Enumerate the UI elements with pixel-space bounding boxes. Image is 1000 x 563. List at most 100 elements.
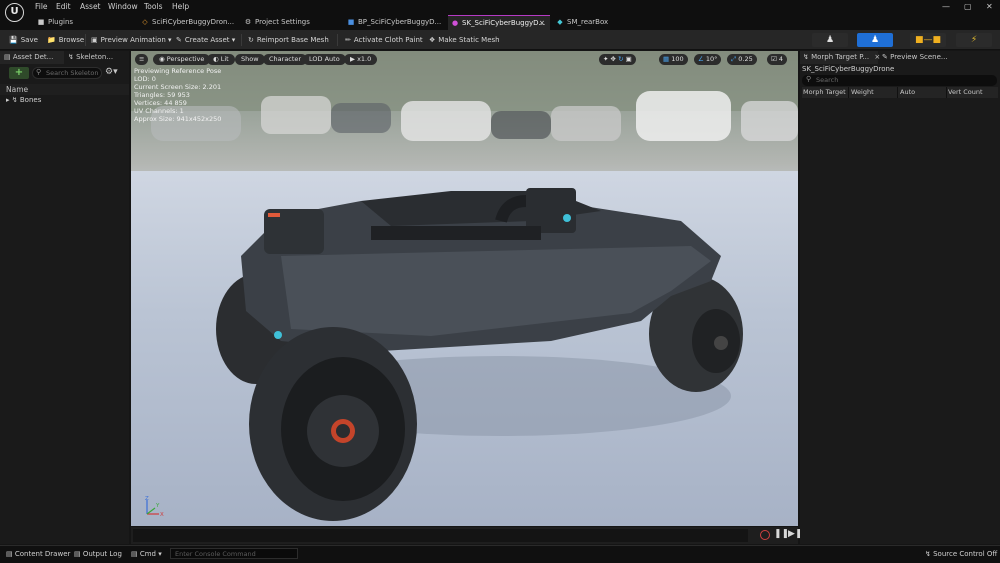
tab-close-icon[interactable]: ×	[539, 16, 545, 30]
grid-snap-button[interactable]: ▦ 100	[659, 54, 688, 65]
save-icon: 💾	[9, 36, 18, 44]
tab-sk-scifi-buggy[interactable]: ● SK_SciFiCyberBuggyD... ×	[448, 15, 550, 30]
select-icon: ✦	[603, 55, 609, 63]
menu-window[interactable]: Window	[108, 2, 138, 11]
menu-tools[interactable]: Tools	[144, 2, 162, 11]
skeleton-search-input[interactable]: ⚲ Search Skeleton	[32, 67, 102, 79]
reimport-base-mesh-button[interactable]: ↻ Reimport Base Mesh	[248, 30, 329, 50]
physics-mode-button[interactable]: ⚡	[956, 33, 992, 47]
tree-item-bones[interactable]: ▸ ↯ Bones	[6, 96, 41, 104]
playback-speed-button[interactable]: ▶ x1.0	[344, 54, 378, 65]
stat-screen-size: Current Screen Size: 2.201	[134, 83, 222, 91]
chevron-down-icon: ▾	[158, 550, 162, 558]
skeletal-mesh-icon: ●	[451, 19, 459, 27]
folder-icon: 📁	[47, 36, 56, 44]
menu-file[interactable]: File	[35, 2, 48, 11]
scale-snap-button[interactable]: ⤢ 0.25	[727, 54, 757, 65]
gear-icon[interactable]: ⚙▾	[105, 67, 118, 77]
chevron-down-icon: ▾	[168, 36, 172, 44]
make-static-mesh-button[interactable]: ❖ Make Static Mesh	[429, 30, 500, 50]
col-auto[interactable]: Auto	[900, 87, 947, 98]
stat-lod: LOD: 0	[134, 75, 156, 83]
pause-icon[interactable]: ❚❚	[774, 529, 789, 539]
animation-mode-button[interactable]: ■—■	[910, 33, 946, 47]
morph-search-input[interactable]: ⚲ Search	[802, 75, 997, 86]
tab-scifi-buggy-drone[interactable]: ◇ SciFiCyberBuggyDron...	[138, 15, 238, 30]
source-control-button[interactable]: ↯ Source Control Off	[925, 545, 997, 563]
reimport-icon: ↻	[248, 36, 254, 44]
tab-plugins[interactable]: ■ Plugins	[34, 15, 134, 30]
transform-tools[interactable]: ✦ ✥ ↻ ▣	[599, 54, 636, 65]
character-button[interactable]: Character	[263, 54, 308, 65]
source-control-icon: ↯	[925, 550, 934, 558]
static-mesh-icon: ◆	[557, 18, 563, 26]
lit-button[interactable]: ◐ Lit	[207, 54, 235, 65]
viewport[interactable]: ≡ ◉ Perspective ◐ Lit Show Character LOD…	[131, 51, 798, 526]
axis-x-label: X	[160, 512, 164, 518]
tab-bp-scifi-buggy[interactable]: ■ BP_SciFiCyberBuggyD...	[344, 15, 444, 30]
perspective-button[interactable]: ◉ Perspective	[153, 54, 211, 65]
camera-icon: ◉	[159, 55, 167, 63]
camera-speed-icon: ☑	[771, 55, 779, 63]
stat-approx-size: Approx Size: 941x452x250	[134, 115, 222, 123]
tab-project-settings[interactable]: ⚙ Project Settings	[241, 15, 341, 30]
bone-icon: ↯	[68, 53, 77, 61]
left-panel	[0, 51, 129, 544]
browse-button[interactable]: 📁 Browse	[47, 30, 84, 50]
chevron-down-icon: ▾	[231, 36, 236, 44]
create-asset-dropdown[interactable]: ✎ Create Asset ▾	[176, 30, 235, 50]
menu-edit[interactable]: Edit	[56, 2, 71, 11]
preview-scene-icon: ✎	[882, 53, 891, 61]
axis-z-label: Z	[145, 496, 149, 502]
activate-cloth-paint-button[interactable]: ✏ Activate Cloth Paint	[345, 30, 423, 50]
stat-triangles: Triangles: 59 953	[134, 91, 190, 99]
details-icon: ▤	[4, 53, 13, 61]
morph-icon: ↯	[803, 53, 812, 61]
tab-skeleton-tree-label: ↯ Skeleton...	[68, 53, 114, 61]
skeleton-mode-button[interactable]: ♟	[812, 33, 848, 47]
search-placeholder: Search Skeleton	[46, 69, 99, 77]
timeline-track[interactable]	[133, 529, 748, 542]
tab-sm-rearbox[interactable]: ◆ SM_rearBox	[553, 15, 623, 30]
skeletal-mesh-mode-button[interactable]: ♟	[857, 33, 893, 47]
buggy-mesh-preview	[216, 188, 743, 521]
viewport-options-button[interactable]: ≡	[135, 54, 149, 65]
lod-button[interactable]: LOD Auto	[303, 54, 346, 65]
search-icon: ⚲	[806, 75, 812, 83]
close-window-button[interactable]: ✕	[986, 2, 993, 11]
tab-preview-scene[interactable]: ✎ Preview Scene...	[882, 51, 948, 64]
save-button[interactable]: 💾 Save	[9, 30, 38, 50]
stat-vertices: Vertices: 44 859	[134, 99, 187, 107]
bone-icon: ↯	[11, 96, 18, 104]
output-log-button[interactable]: ▤ Output Log	[74, 545, 122, 563]
blueprint-icon: ◇	[142, 18, 148, 26]
terminal-icon: ▤	[131, 550, 140, 558]
console-command-input[interactable]: Enter Console Command	[170, 548, 298, 559]
angle-icon: ∠	[698, 55, 706, 63]
toolbar-divider	[241, 34, 242, 46]
axis-y-label: Y	[156, 503, 160, 509]
lit-icon: ◐	[213, 55, 221, 63]
add-button[interactable]: +	[9, 67, 29, 79]
content-drawer-button[interactable]: ▤ Content Drawer	[6, 545, 70, 563]
menu-help[interactable]: Help	[172, 2, 189, 11]
show-button[interactable]: Show	[235, 54, 265, 65]
maximize-button[interactable]: ▢	[964, 2, 972, 11]
create-icon: ✎	[176, 36, 182, 44]
minimize-button[interactable]: —	[942, 2, 950, 11]
preview-animation-dropdown[interactable]: ▣ Preview Animation ▾	[91, 30, 172, 50]
toolbar-divider	[337, 34, 338, 46]
stat-preview-pose: Previewing Reference Pose	[134, 67, 222, 75]
col-vert-count[interactable]: Vert Count	[948, 87, 996, 98]
col-morph-target[interactable]: Morph Target	[803, 87, 849, 98]
unreal-logo-icon[interactable]: U	[5, 3, 24, 22]
plugin-icon: ■	[37, 18, 45, 26]
cmd-dropdown[interactable]: ▤ Cmd ▾	[131, 545, 162, 563]
record-button[interactable]	[760, 530, 770, 540]
camera-speed-button[interactable]: ☑ 4	[767, 54, 788, 65]
menu-asset[interactable]: Asset	[80, 2, 101, 11]
col-weight[interactable]: Weight	[851, 87, 898, 98]
rotation-snap-button[interactable]: ∠ 10°	[694, 54, 722, 65]
blueprint-icon: ■	[347, 18, 355, 26]
tab-close-icon[interactable]: ×	[874, 53, 880, 61]
